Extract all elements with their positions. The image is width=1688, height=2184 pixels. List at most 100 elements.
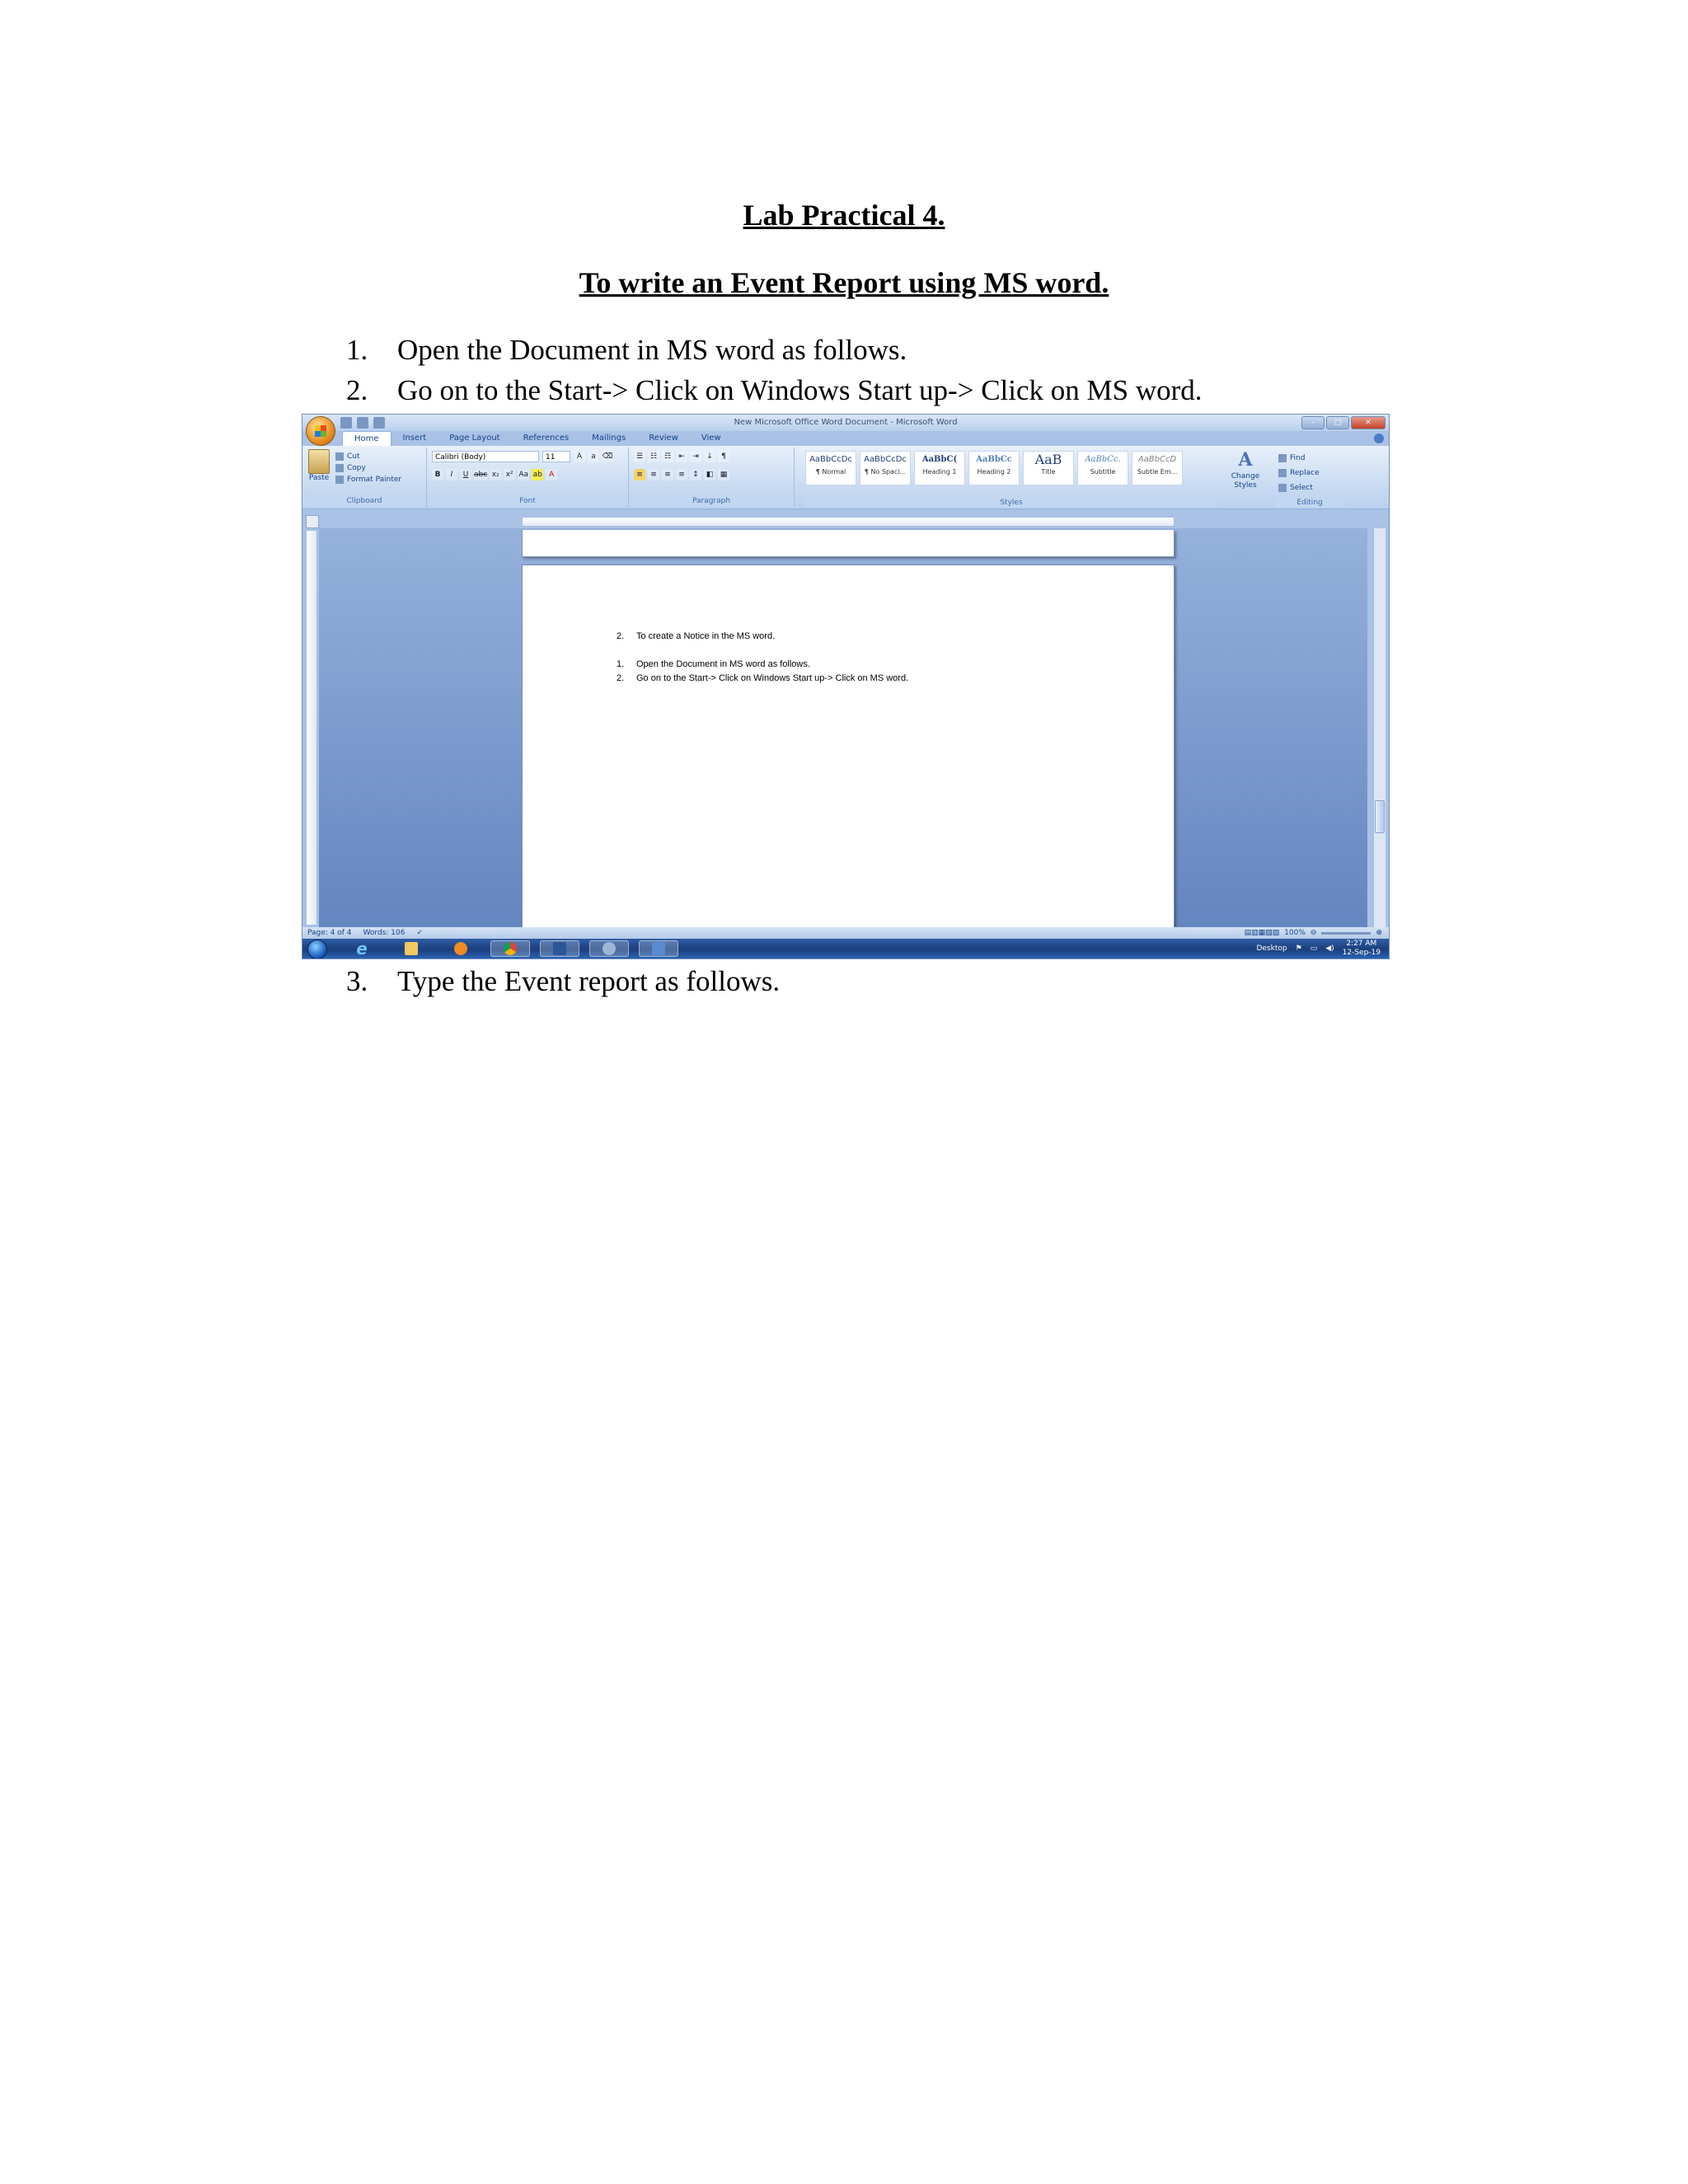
step-number: 3.: [346, 965, 368, 997]
find-button[interactable]: Find: [1278, 451, 1320, 466]
zoom-slider[interactable]: [1321, 931, 1372, 935]
proofing-icon[interactable]: ✓: [416, 927, 423, 939]
doc-line-text: Open the Document in MS word as follows.: [636, 659, 810, 669]
sort-icon[interactable]: ↓: [704, 451, 715, 462]
paint-icon[interactable]: [589, 940, 629, 957]
vertical-scrollbar[interactable]: [1373, 528, 1386, 927]
italic-icon[interactable]: I: [446, 469, 457, 480]
tab-page-layout[interactable]: Page Layout: [438, 431, 511, 446]
align-right-icon[interactable]: ≡: [662, 469, 673, 480]
cut-button[interactable]: Cut: [335, 451, 401, 462]
multilevel-list-icon[interactable]: ☶: [662, 451, 673, 462]
editing-label: Editing: [1275, 498, 1344, 508]
explorer-folder-icon[interactable]: [392, 940, 431, 957]
line-spacing-icon[interactable]: ↕: [690, 469, 701, 480]
zoom-out-icon[interactable]: ⊖: [1311, 927, 1317, 939]
select-label: Select: [1290, 484, 1313, 492]
help-icon[interactable]: [1374, 434, 1384, 443]
list-item: 1. Open the Document in MS word as follo…: [346, 330, 1203, 370]
style-subtle-emphasis[interactable]: AaBbCcD Subtle Em...: [1132, 451, 1183, 485]
style-no-spacing[interactable]: AaBbCcDc ¶ No Spaci...: [860, 451, 911, 485]
step-number: 2.: [346, 374, 368, 406]
ribbon-tabs: Home Insert Page Layout References Maili…: [342, 431, 733, 446]
network-icon[interactable]: ▭: [1311, 944, 1318, 953]
strikethrough-icon[interactable]: abc: [474, 469, 488, 480]
tab-selector-icon[interactable]: [306, 515, 319, 528]
bullets-icon[interactable]: ☰: [634, 451, 645, 462]
bold-icon[interactable]: B: [432, 469, 443, 480]
close-icon[interactable]: ✕: [1351, 416, 1386, 429]
zoom-level[interactable]: 100%: [1284, 927, 1306, 939]
font-group: Calibri (Body) 11 A a ⌫ B I U abc x₂ x² …: [427, 448, 629, 507]
minimize-icon[interactable]: –: [1301, 416, 1325, 429]
page-count[interactable]: Page: 4 of 4: [307, 927, 352, 939]
desktop-toolbar[interactable]: Desktop: [1256, 944, 1287, 953]
align-center-icon[interactable]: ≡: [648, 469, 659, 480]
copy-button[interactable]: Copy: [335, 462, 401, 474]
pilcrow-icon[interactable]: ¶: [718, 451, 729, 462]
decrease-indent-icon[interactable]: ⇤: [676, 451, 687, 462]
style-name: Subtitle: [1090, 468, 1116, 476]
media-player-icon[interactable]: [441, 940, 481, 957]
style-heading-1[interactable]: AaBbC( Heading 1: [914, 451, 965, 485]
select-button[interactable]: Select: [1278, 480, 1320, 495]
highlight-icon[interactable]: ab: [532, 469, 544, 480]
style-normal[interactable]: AaBbCcDc ¶ Normal: [805, 451, 856, 485]
shrink-font-icon[interactable]: a: [588, 451, 599, 462]
change-case-icon[interactable]: Aa: [518, 469, 530, 480]
style-heading-2[interactable]: AaBbCc Heading 2: [968, 451, 1020, 485]
font-color-icon[interactable]: A: [546, 469, 558, 480]
maximize-icon[interactable]: □: [1326, 416, 1349, 429]
undo-icon[interactable]: [357, 417, 368, 429]
style-sample: AaBbC(: [921, 455, 958, 464]
internet-explorer-icon[interactable]: e: [342, 939, 382, 958]
clock[interactable]: 2:27 AM 12-Sep-19: [1343, 940, 1381, 958]
numbering-icon[interactable]: ☷: [648, 451, 659, 462]
tab-review[interactable]: Review: [637, 431, 690, 446]
doc-line-number: 2.: [617, 673, 625, 683]
justify-icon[interactable]: ≡: [676, 469, 687, 480]
find-label: Find: [1290, 454, 1306, 462]
taskbar: e Desktop ⚑ ▭ ◀) 2:27 AM 12-Sep-19: [302, 939, 1389, 958]
tab-home[interactable]: Home: [342, 431, 392, 446]
tab-mailings[interactable]: Mailings: [580, 431, 637, 446]
borders-icon[interactable]: ▦: [718, 469, 729, 480]
scroll-thumb[interactable]: [1375, 800, 1385, 833]
style-sample: AaBbCc.: [1085, 455, 1121, 464]
tab-references[interactable]: References: [512, 431, 581, 446]
replace-button[interactable]: Replace: [1278, 466, 1320, 480]
chrome-icon[interactable]: [490, 940, 530, 957]
align-left-icon[interactable]: ≡: [634, 469, 645, 480]
grow-font-icon[interactable]: A: [574, 451, 585, 462]
screenshot-app-icon[interactable]: [639, 940, 678, 957]
style-title[interactable]: AaB Title: [1023, 451, 1074, 485]
word-taskbar-icon[interactable]: [540, 940, 579, 957]
zoom-in-icon[interactable]: ⊕: [1376, 927, 1382, 939]
word-count[interactable]: Words: 106: [363, 927, 406, 939]
save-icon[interactable]: [340, 417, 352, 429]
shading-icon[interactable]: ◧: [704, 469, 715, 480]
clear-format-icon[interactable]: ⌫: [602, 451, 613, 462]
view-buttons-icon[interactable]: ▤▥▦▧▨: [1245, 927, 1280, 939]
increase-indent-icon[interactable]: ⇥: [690, 451, 701, 462]
change-styles-label: Change Styles: [1231, 472, 1260, 490]
underline-icon[interactable]: U: [460, 469, 471, 480]
change-styles-button[interactable]: A Change Styles: [1227, 449, 1264, 490]
tab-insert[interactable]: Insert: [392, 431, 438, 446]
style-subtitle[interactable]: AaBbCc. Subtitle: [1077, 451, 1128, 485]
subscript-icon[interactable]: x₂: [490, 469, 502, 480]
redo-icon[interactable]: [373, 417, 385, 429]
flag-icon[interactable]: ⚑: [1296, 944, 1302, 953]
tab-view[interactable]: View: [690, 431, 733, 446]
superscript-icon[interactable]: x²: [504, 469, 516, 480]
format-painter-button[interactable]: Format Painter: [335, 474, 401, 485]
style-sample: AaBbCcDc: [809, 455, 852, 464]
font-name-select[interactable]: Calibri (Body): [432, 451, 539, 462]
office-button-icon[interactable]: [306, 416, 335, 446]
document-page[interactable]: 2. To create a Notice in the MS word. 1.…: [522, 565, 1175, 929]
font-size-select[interactable]: 11: [542, 451, 570, 462]
paste-button[interactable]: Paste: [307, 449, 331, 487]
start-button-icon[interactable]: [307, 940, 327, 958]
page-subtitle: To write an Event Report using MS word.: [579, 266, 1109, 299]
volume-icon[interactable]: ◀): [1325, 944, 1334, 953]
